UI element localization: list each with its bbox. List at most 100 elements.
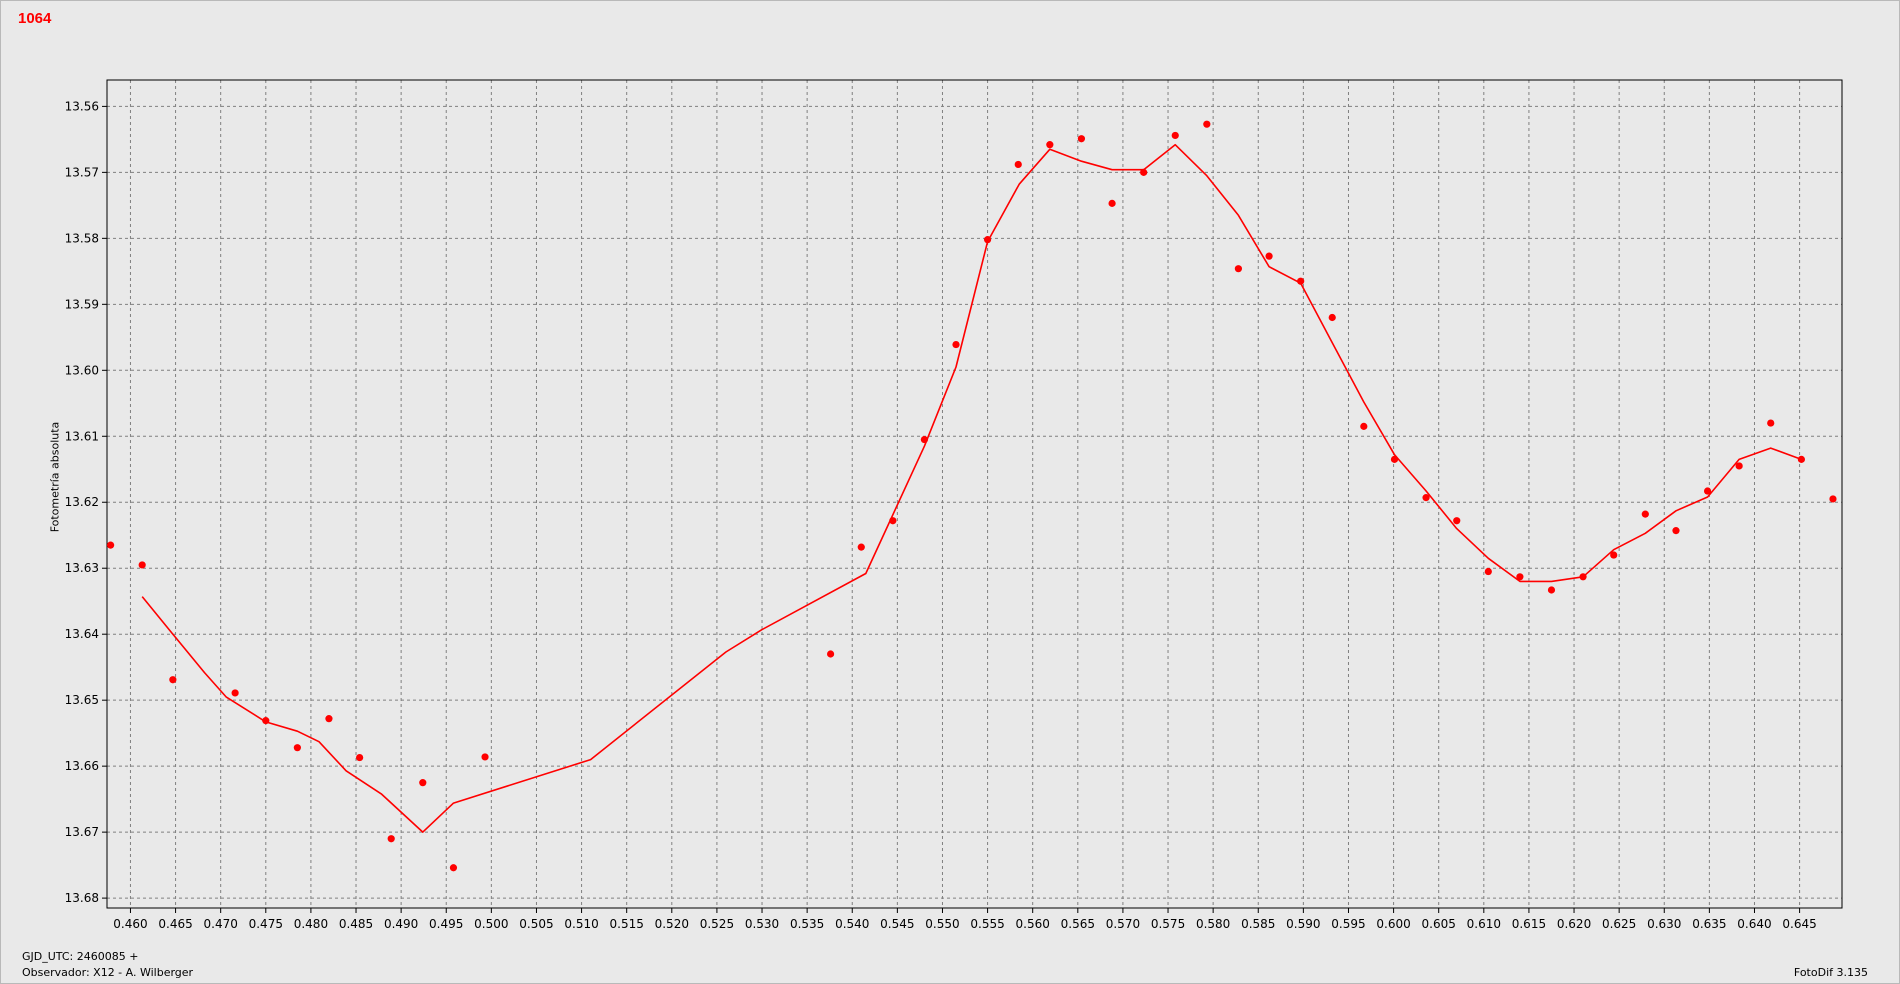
x-tick-label: 0.640 bbox=[1737, 917, 1771, 931]
data-point bbox=[1046, 141, 1054, 149]
data-point bbox=[1672, 527, 1680, 535]
x-tick-label: 0.600 bbox=[1376, 917, 1410, 931]
gjd-label: GJD_UTC: 2460085 + bbox=[22, 950, 139, 963]
data-point bbox=[1453, 517, 1461, 525]
data-point bbox=[325, 715, 333, 723]
data-point bbox=[1077, 135, 1086, 143]
x-tick-label: 0.580 bbox=[1196, 917, 1230, 931]
data-point bbox=[1422, 494, 1430, 502]
x-tick-label: 0.645 bbox=[1782, 917, 1816, 931]
y-tick-label: 13.58 bbox=[65, 231, 99, 245]
x-tick-label: 0.585 bbox=[1241, 917, 1275, 931]
data-point bbox=[920, 435, 929, 444]
y-tick-label: 13.68 bbox=[65, 891, 99, 905]
x-tick-label: 0.590 bbox=[1286, 917, 1320, 931]
data-point bbox=[449, 864, 458, 872]
data-point bbox=[138, 561, 146, 569]
x-tick-label: 0.500 bbox=[474, 917, 508, 931]
data-point bbox=[1767, 419, 1775, 427]
x-tick-label: 0.565 bbox=[1061, 917, 1095, 931]
x-tick-label: 0.505 bbox=[519, 917, 553, 931]
data-point bbox=[826, 650, 835, 658]
data-point bbox=[1108, 199, 1116, 207]
y-tick-label: 13.56 bbox=[65, 99, 99, 113]
data-point bbox=[1703, 487, 1712, 495]
data-point bbox=[983, 236, 992, 244]
y-axis-ticks: 13.56 13.57 13.58 13.59 13.60 13.61 13.62 13.63… bbox=[65, 99, 107, 905]
smoothed-curve-line bbox=[141, 143, 1802, 833]
y-tick-label: 13.59 bbox=[65, 297, 99, 311]
data-point bbox=[1547, 586, 1556, 594]
data-point bbox=[1140, 168, 1148, 176]
x-tick-label: 0.570 bbox=[1106, 917, 1140, 931]
data-point bbox=[889, 517, 897, 525]
software-version: FotoDif 3.135 bbox=[1793, 966, 1868, 979]
x-axis-ticks: 0.460 0.465 0.470 0.475 0.480 0.485 0.490 0.495… bbox=[113, 908, 1817, 931]
x-tick-label: 0.465 bbox=[158, 917, 192, 931]
observer-label: Observador: X12 - A. Wilberger bbox=[22, 966, 194, 979]
data-series bbox=[107, 120, 1837, 872]
data-point bbox=[1735, 462, 1743, 470]
x-tick-label: 0.490 bbox=[384, 917, 418, 931]
x-tick-label: 0.635 bbox=[1692, 917, 1726, 931]
y-tick-label: 13.60 bbox=[65, 363, 99, 377]
data-point bbox=[169, 676, 177, 684]
data-point bbox=[952, 340, 960, 349]
x-tick-label: 0.535 bbox=[790, 917, 824, 931]
y-tick-label: 13.62 bbox=[65, 495, 99, 509]
x-tick-label: 0.605 bbox=[1422, 917, 1456, 931]
data-point bbox=[387, 835, 395, 843]
data-point bbox=[1360, 422, 1368, 430]
data-point bbox=[1234, 265, 1243, 273]
data-point bbox=[1797, 455, 1805, 463]
x-tick-label: 0.495 bbox=[429, 917, 463, 931]
x-tick-label: 0.575 bbox=[1151, 917, 1185, 931]
data-point bbox=[293, 744, 301, 752]
data-point bbox=[857, 543, 865, 551]
x-tick-label: 0.630 bbox=[1647, 917, 1681, 931]
x-tick-label: 0.595 bbox=[1331, 917, 1365, 931]
x-tick-label: 0.515 bbox=[610, 917, 644, 931]
data-point bbox=[1014, 160, 1022, 169]
x-tick-label: 0.545 bbox=[880, 917, 914, 931]
data-point bbox=[1610, 551, 1618, 559]
data-point bbox=[231, 689, 239, 697]
data-point bbox=[1328, 313, 1336, 322]
y-tick-label: 13.61 bbox=[65, 429, 99, 443]
data-point bbox=[419, 779, 427, 787]
y-tick-label: 13.66 bbox=[65, 759, 99, 773]
data-point bbox=[1171, 131, 1179, 140]
data-point bbox=[481, 753, 489, 761]
x-tick-label: 0.620 bbox=[1557, 917, 1591, 931]
x-tick-label: 0.485 bbox=[339, 917, 373, 931]
data-point bbox=[1203, 120, 1211, 128]
x-tick-label: 0.560 bbox=[1016, 917, 1050, 931]
y-tick-label: 13.64 bbox=[65, 627, 99, 641]
x-tick-label: 0.615 bbox=[1512, 917, 1546, 931]
data-point bbox=[1641, 510, 1649, 518]
x-tick-label: 0.510 bbox=[564, 917, 598, 931]
data-point bbox=[107, 541, 115, 549]
data-point bbox=[1297, 277, 1305, 285]
x-tick-label: 0.555 bbox=[970, 917, 1004, 931]
x-tick-label: 0.540 bbox=[835, 917, 869, 931]
x-tick-label: 0.470 bbox=[204, 917, 238, 931]
data-point bbox=[1829, 495, 1837, 503]
x-tick-label: 0.525 bbox=[700, 917, 734, 931]
y-tick-label: 13.65 bbox=[65, 693, 99, 707]
data-point bbox=[1516, 573, 1524, 581]
y-tick-label: 13.67 bbox=[65, 825, 99, 839]
data-point bbox=[356, 753, 364, 762]
light-curve-plot: 0.460 0.465 0.470 0.475 0.480 0.485 0.490 0.495… bbox=[65, 79, 1843, 931]
x-tick-label: 0.550 bbox=[925, 917, 959, 931]
x-tick-label: 0.625 bbox=[1602, 917, 1636, 931]
data-point bbox=[262, 717, 270, 725]
x-tick-label: 0.520 bbox=[655, 917, 689, 931]
y-tick-label: 13.57 bbox=[65, 165, 99, 179]
data-point bbox=[1265, 252, 1273, 260]
x-tick-label: 0.530 bbox=[745, 917, 779, 931]
x-tick-label: 0.460 bbox=[113, 917, 147, 931]
x-tick-label: 0.475 bbox=[249, 917, 283, 931]
x-tick-label: 0.480 bbox=[294, 917, 328, 931]
data-point bbox=[1484, 567, 1492, 576]
